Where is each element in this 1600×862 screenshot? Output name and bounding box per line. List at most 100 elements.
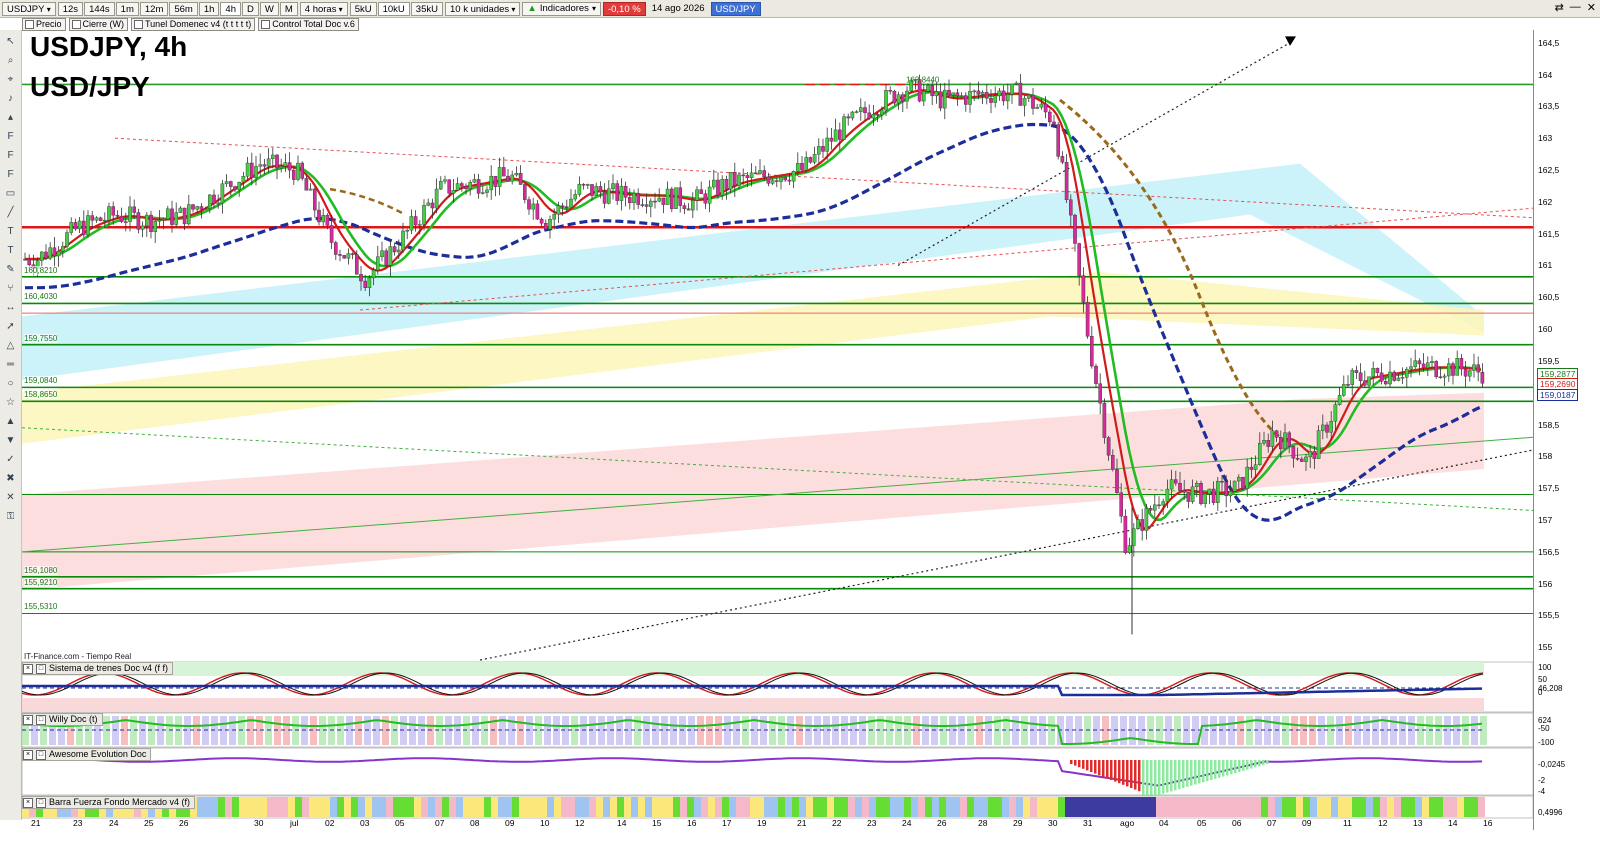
candle-body bbox=[791, 171, 796, 182]
candle-body bbox=[413, 216, 418, 226]
price-axis[interactable] bbox=[1533, 30, 1600, 830]
barra-bar bbox=[1436, 797, 1443, 817]
settings-panel-icon[interactable]: □ bbox=[36, 797, 46, 808]
candle-body bbox=[1001, 90, 1006, 102]
candle-body bbox=[355, 254, 359, 275]
candle-body bbox=[817, 146, 821, 155]
settings-panel-icon[interactable]: □ bbox=[36, 749, 46, 760]
candle-body bbox=[737, 174, 741, 186]
panel-header-trenes[interactable]: × □ Sistema de trenes Doc v4 (f f) bbox=[22, 662, 174, 675]
barra-bar bbox=[855, 797, 862, 817]
barra-bar bbox=[862, 797, 869, 817]
barra-bar bbox=[1002, 797, 1009, 817]
date-tick-label: 24 bbox=[902, 818, 912, 828]
barra-bar bbox=[1128, 797, 1135, 817]
barra-bar bbox=[771, 797, 778, 817]
candle-body bbox=[300, 162, 305, 179]
candle-body bbox=[1094, 365, 1098, 384]
barra-bar bbox=[1359, 797, 1366, 817]
price-tag: 159,0187 bbox=[1537, 389, 1579, 401]
panel-title: Willy Doc (t) bbox=[49, 714, 98, 724]
candle-body bbox=[77, 220, 82, 230]
settings-panel-icon[interactable]: □ bbox=[36, 714, 46, 725]
candle-body bbox=[426, 202, 431, 206]
candle-body bbox=[308, 188, 313, 191]
barra-bar bbox=[463, 797, 470, 817]
barra-bar bbox=[610, 797, 617, 817]
price-chart[interactable]: 163,8440 bbox=[0, 0, 1600, 862]
candle-body bbox=[1115, 469, 1119, 493]
candle-body bbox=[838, 129, 842, 140]
candle-body bbox=[1022, 98, 1027, 106]
candle-body bbox=[955, 92, 960, 97]
candle-body bbox=[560, 205, 565, 208]
candle-body bbox=[254, 166, 258, 178]
date-tick-label: 05 bbox=[395, 818, 405, 828]
candle-body bbox=[493, 175, 498, 187]
candle-body bbox=[859, 107, 863, 112]
barra-bar bbox=[1009, 797, 1016, 817]
barra-bar bbox=[232, 797, 239, 817]
candle-body bbox=[1014, 82, 1018, 85]
candle-body bbox=[430, 202, 435, 209]
barra-bar bbox=[617, 797, 624, 817]
candle-body bbox=[930, 84, 934, 97]
awesome-bar bbox=[1206, 760, 1209, 782]
date-tick-label: 21 bbox=[797, 818, 807, 828]
candle-body bbox=[640, 204, 645, 206]
candle-body bbox=[1446, 363, 1451, 377]
candle-body bbox=[1316, 430, 1321, 459]
candle-body bbox=[850, 111, 855, 119]
barra-bar bbox=[372, 797, 379, 817]
candle-body bbox=[397, 249, 401, 253]
barra-bar bbox=[568, 797, 575, 817]
close-panel-icon[interactable]: × bbox=[23, 797, 33, 808]
candle-body bbox=[754, 172, 758, 175]
candle-body bbox=[472, 179, 477, 183]
date-tick-label: 26 bbox=[179, 818, 189, 828]
candle-body bbox=[489, 175, 494, 191]
candle-body bbox=[1064, 162, 1069, 201]
candle-body bbox=[443, 179, 447, 182]
candle-body bbox=[544, 223, 548, 230]
barra-bar bbox=[1450, 797, 1457, 817]
candle-body bbox=[628, 197, 632, 204]
barra-bar bbox=[260, 797, 267, 817]
barra-bar bbox=[645, 797, 652, 817]
barra-bar bbox=[274, 797, 281, 817]
candle-body bbox=[1291, 446, 1296, 459]
candle-body bbox=[1362, 380, 1367, 386]
barra-bar bbox=[1016, 797, 1023, 817]
price-tick-label: 160 bbox=[1538, 324, 1553, 335]
candle-body bbox=[44, 251, 48, 259]
panel-header-awesome[interactable]: × □ Awesome Evolution Doc bbox=[22, 748, 152, 761]
barra-bar bbox=[225, 797, 232, 817]
candle-body bbox=[514, 173, 519, 176]
candle-body bbox=[1077, 243, 1081, 276]
awesome-bar bbox=[1162, 760, 1165, 794]
candle-body bbox=[237, 181, 242, 191]
level-label: 159,0840 bbox=[24, 376, 58, 386]
candle-body bbox=[989, 98, 993, 103]
panel-header-barra[interactable]: × □ Barra Fuerza Fondo Mercado v4 (f) bbox=[22, 796, 196, 809]
date-tick-label: 24 bbox=[109, 818, 119, 828]
close-panel-icon[interactable]: × bbox=[23, 749, 33, 760]
barra-bar bbox=[1303, 797, 1310, 817]
barra-bar bbox=[379, 797, 386, 817]
date-tick-label: 23 bbox=[867, 818, 877, 828]
candle-body bbox=[842, 116, 846, 140]
barra-bar bbox=[386, 797, 393, 817]
barra-bar bbox=[1254, 797, 1261, 817]
panel-header-willy[interactable]: × □ Willy Doc (t) bbox=[22, 713, 103, 726]
close-panel-icon[interactable]: × bbox=[23, 714, 33, 725]
settings-panel-icon[interactable]: □ bbox=[36, 663, 46, 674]
candle-body bbox=[191, 204, 195, 210]
awesome-bar bbox=[1246, 760, 1249, 770]
barra-bar bbox=[925, 797, 932, 817]
barra-bar bbox=[729, 797, 736, 817]
candle-body bbox=[1224, 481, 1228, 497]
barra-bar bbox=[624, 797, 631, 817]
barra-bar bbox=[1198, 797, 1205, 817]
close-panel-icon[interactable]: × bbox=[23, 663, 33, 674]
candle-body bbox=[602, 191, 607, 204]
